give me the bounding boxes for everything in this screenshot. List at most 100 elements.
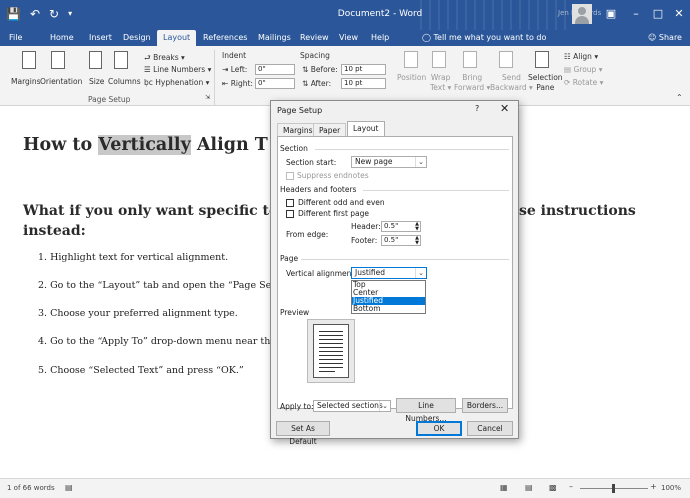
- web-layout-icon[interactable]: ▩: [549, 483, 557, 492]
- tab-insert[interactable]: Insert: [89, 30, 112, 46]
- tell-me-search[interactable]: ◯ Tell me what you want to do: [422, 30, 546, 46]
- line-numbers-dialog-button[interactable]: Line Numbers...: [396, 398, 456, 423]
- bring-forward-button[interactable]: Bring Forward ▾: [454, 73, 490, 93]
- undo-icon[interactable]: ↶: [30, 7, 40, 21]
- word-count[interactable]: 1 of 66 words: [7, 484, 55, 492]
- share-button[interactable]: ☺ Share: [648, 30, 682, 46]
- indent-right-input[interactable]: 0": [255, 78, 295, 89]
- size-button[interactable]: Size: [89, 77, 104, 86]
- set-as-default-button[interactable]: Set As Default: [276, 421, 330, 446]
- close-button[interactable]: ✕: [669, 5, 689, 23]
- tab-home[interactable]: Home: [50, 30, 74, 46]
- dialog-close-button[interactable]: ✕: [500, 102, 509, 115]
- list-item: 3. Choose your preferred alignment type.: [38, 308, 238, 319]
- send-backward-button[interactable]: Send Backward ▾: [490, 73, 533, 93]
- tab-file[interactable]: File: [9, 30, 22, 46]
- cancel-button[interactable]: Cancel: [467, 421, 513, 436]
- align-button[interactable]: ☷ Align ▾: [564, 52, 598, 61]
- columns-button[interactable]: Columns: [108, 77, 141, 86]
- header-distance-label: Header:: [351, 222, 381, 231]
- rotate-button[interactable]: ⟳ Rotate ▾: [564, 78, 603, 87]
- line-numbers-button[interactable]: ☰ Line Numbers ▾: [144, 65, 211, 74]
- page-setup-dialog: Page Setup ? ✕ Margins Paper Layout Sect…: [270, 100, 519, 446]
- title-bar: 💾 ↶ ↻ ▾ Document2 - Word Jen Richards ▣ …: [0, 0, 690, 30]
- collapse-ribbon-icon[interactable]: ⌃: [676, 93, 683, 102]
- read-mode-icon[interactable]: ▦: [500, 483, 508, 492]
- document-heading-2-line-2: instead:: [23, 223, 86, 239]
- columns-icon: [114, 51, 128, 69]
- header-distance-input[interactable]: 0.5" ▲ ▼: [381, 221, 421, 232]
- suppress-endnotes-label: Suppress endnotes: [297, 171, 369, 180]
- spacing-before-icon: ⇅: [302, 65, 309, 74]
- page-setup-launcher-icon[interactable]: ⇲: [205, 94, 210, 101]
- indent-right-icon: ⇤: [222, 79, 229, 88]
- dialog-tab-layout[interactable]: Layout: [347, 121, 385, 137]
- save-icon[interactable]: 💾: [6, 7, 21, 21]
- suppress-endnotes-checkbox[interactable]: [286, 172, 294, 180]
- different-first-page-checkbox[interactable]: [286, 210, 294, 218]
- breaks-button[interactable]: ⮐ Breaks ▾: [144, 52, 185, 65]
- preview-line: [319, 335, 343, 336]
- preview-line: [319, 347, 343, 348]
- spacing-after-input[interactable]: 10 pt: [341, 78, 386, 89]
- help-button[interactable]: ?: [475, 104, 479, 113]
- vertical-alignment-select[interactable]: Justified ⌄: [351, 267, 427, 279]
- preview-page: [313, 324, 349, 378]
- preview-line: [319, 355, 343, 356]
- preview-group-header: Preview: [280, 308, 310, 317]
- position-button[interactable]: Position: [397, 73, 426, 82]
- tab-help[interactable]: Help: [371, 30, 389, 46]
- spacing-before-input[interactable]: 10 pt: [341, 64, 386, 75]
- tab-layout[interactable]: Layout: [157, 30, 197, 46]
- different-odd-even-checkbox[interactable]: [286, 199, 294, 207]
- group-button[interactable]: ▤ Group ▾: [564, 65, 602, 74]
- section-start-select[interactable]: New page ⌄: [351, 156, 427, 168]
- list-item: 1. Highlight text for vertical alignment…: [38, 252, 229, 263]
- wrap-text-button[interactable]: Wrap Text ▾: [430, 73, 451, 93]
- tab-review[interactable]: Review: [300, 30, 329, 46]
- apply-to-select[interactable]: Selected sections ⌄: [313, 400, 391, 412]
- list-item: 4. Go to the “Apply To” drop-down menu n…: [38, 336, 271, 347]
- customize-qat-icon[interactable]: ▾: [68, 7, 72, 21]
- send-backward-icon: [499, 51, 513, 68]
- borders-button[interactable]: Borders...: [462, 398, 508, 413]
- apply-to-value: Selected sections: [317, 401, 383, 410]
- spacing-after-icon: ⇅: [302, 79, 309, 88]
- tab-mailings[interactable]: Mailings: [258, 30, 291, 46]
- heading-text-after: Align T: [190, 135, 268, 155]
- position-icon: [404, 51, 418, 68]
- spinner-arrows-icon[interactable]: ▲ ▼: [415, 222, 419, 232]
- spinner-arrows-icon[interactable]: ▲ ▼: [415, 236, 419, 246]
- preview-line: [319, 367, 343, 368]
- tab-view[interactable]: View: [339, 30, 358, 46]
- zoom-in-button[interactable]: +: [650, 482, 657, 491]
- apply-to-label: Apply to:: [280, 402, 314, 411]
- footer-distance-input[interactable]: 0.5" ▲ ▼: [381, 235, 421, 246]
- avatar[interactable]: [572, 4, 592, 24]
- maximize-button[interactable]: □: [648, 5, 668, 23]
- tab-design[interactable]: Design: [123, 30, 151, 46]
- orientation-button[interactable]: Orientation: [40, 77, 82, 86]
- indent-left-input[interactable]: 0": [255, 64, 295, 75]
- group-label: Group: [573, 65, 597, 74]
- tab-references[interactable]: References: [203, 30, 247, 46]
- hyphenation-button[interactable]: ḅc Hyphenation ▾: [144, 78, 209, 87]
- zoom-slider-thumb[interactable]: [612, 484, 615, 493]
- proofing-icon[interactable]: ▤: [65, 483, 73, 492]
- bring-forward-icon: [463, 51, 477, 68]
- print-layout-icon[interactable]: ▤: [525, 483, 533, 492]
- selection-pane-button[interactable]: Selection Pane: [528, 73, 563, 93]
- zoom-out-button[interactable]: –: [569, 482, 573, 491]
- minimize-button[interactable]: –: [626, 5, 646, 23]
- ribbon-display-options-icon[interactable]: ▣: [601, 5, 621, 23]
- wrap-text-label-1: Wrap: [430, 73, 451, 82]
- rotate-icon: ⟳: [564, 78, 571, 87]
- ok-button[interactable]: OK: [416, 421, 462, 436]
- footer-distance-value: 0.5": [384, 236, 399, 244]
- zoom-level[interactable]: 100%: [661, 484, 681, 492]
- dialog-tab-paper[interactable]: Paper: [313, 123, 347, 137]
- vertical-alignment-label: Vertical alignment:: [286, 269, 357, 278]
- margins-button[interactable]: Margins: [11, 77, 41, 86]
- redo-icon[interactable]: ↻: [49, 7, 59, 21]
- dropdown-option-bottom[interactable]: Bottom: [352, 305, 425, 313]
